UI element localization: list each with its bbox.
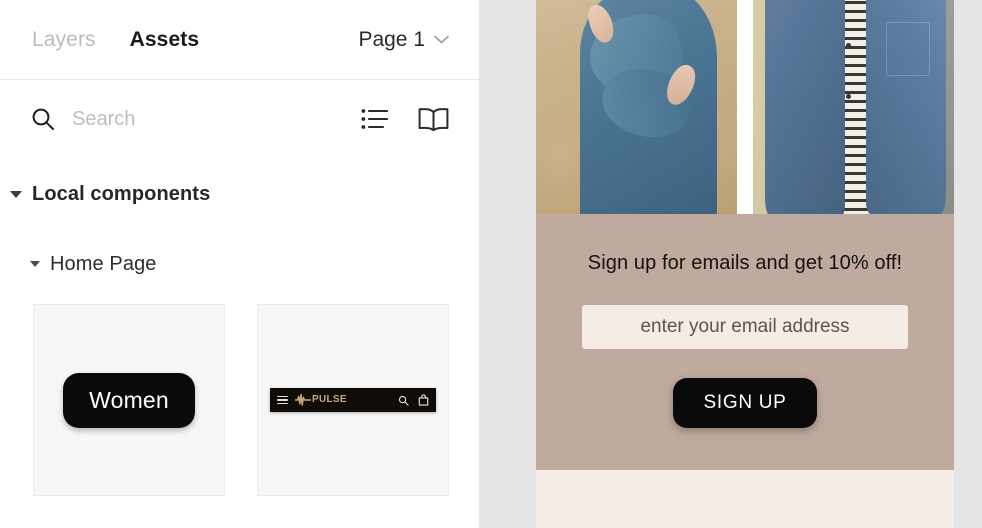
panel-header-actions — [361, 107, 449, 132]
woman-photo — [536, 0, 737, 214]
component-thumbnail-navbar[interactable]: PULSE — [257, 304, 449, 496]
design-canvas[interactable]: Women Men Sign up for emails and get 10%… — [480, 0, 982, 528]
home-page-frame[interactable]: Women Men Sign up for emails and get 10%… — [536, 0, 954, 528]
tree-row-home-page[interactable]: Home Page — [0, 242, 479, 286]
category-cards-row: Women Men — [536, 0, 954, 214]
brand-name: PULSE — [312, 394, 347, 405]
page-selector-label: Page 1 — [358, 27, 425, 51]
man-photo — [753, 0, 954, 214]
category-card-men[interactable] — [753, 0, 954, 214]
brand-lockup: PULSE — [295, 393, 347, 407]
panel-tabs: Layers Assets — [32, 29, 199, 50]
search-input[interactable] — [72, 104, 302, 134]
caret-down-icon[interactable] — [10, 190, 22, 198]
tree-row-local-components[interactable]: Local components — [0, 172, 479, 216]
signup-heading: Sign up for emails and get 10% off! — [587, 252, 903, 274]
footer-strip — [536, 470, 954, 528]
search-row — [0, 80, 479, 158]
home-page-label: Home Page — [50, 252, 157, 275]
local-components-label: Local components — [32, 182, 211, 205]
list-view-icon[interactable] — [361, 108, 388, 130]
component-thumbnail-women[interactable]: Women — [33, 304, 225, 496]
email-input[interactable] — [582, 305, 908, 349]
navbar-preview: PULSE — [270, 388, 436, 412]
tab-assets[interactable]: Assets — [130, 29, 199, 50]
panel-header: Layers Assets Page 1 — [0, 0, 479, 80]
shopping-bag-icon — [418, 394, 429, 406]
tab-layers[interactable]: Layers — [32, 29, 96, 50]
assets-panel: Layers Assets Page 1 Search Local compon… — [0, 0, 480, 528]
library-book-icon[interactable] — [418, 107, 449, 132]
assets-tree: Local components Home Page Women PULSE — [0, 172, 479, 496]
hamburger-icon — [277, 395, 288, 405]
search-icon — [398, 395, 409, 406]
design-tool-window: Layers Assets Page 1 Search Local compon… — [0, 0, 982, 528]
women-pill-preview: Women — [63, 372, 195, 428]
signup-button[interactable]: SIGN UP — [673, 378, 817, 428]
pulse-wave-logo-icon — [295, 393, 311, 406]
email-signup-section: Sign up for emails and get 10% off! SIGN… — [536, 214, 954, 470]
navbar-preview-actions — [398, 394, 429, 406]
search-icon[interactable] — [30, 106, 56, 132]
caret-down-icon[interactable] — [30, 261, 40, 267]
page-selector[interactable]: Page 1 — [358, 28, 449, 52]
chevron-down-icon — [434, 35, 449, 44]
component-thumbnail-grid: Women PULSE — [0, 286, 479, 496]
category-card-women[interactable] — [536, 0, 737, 214]
